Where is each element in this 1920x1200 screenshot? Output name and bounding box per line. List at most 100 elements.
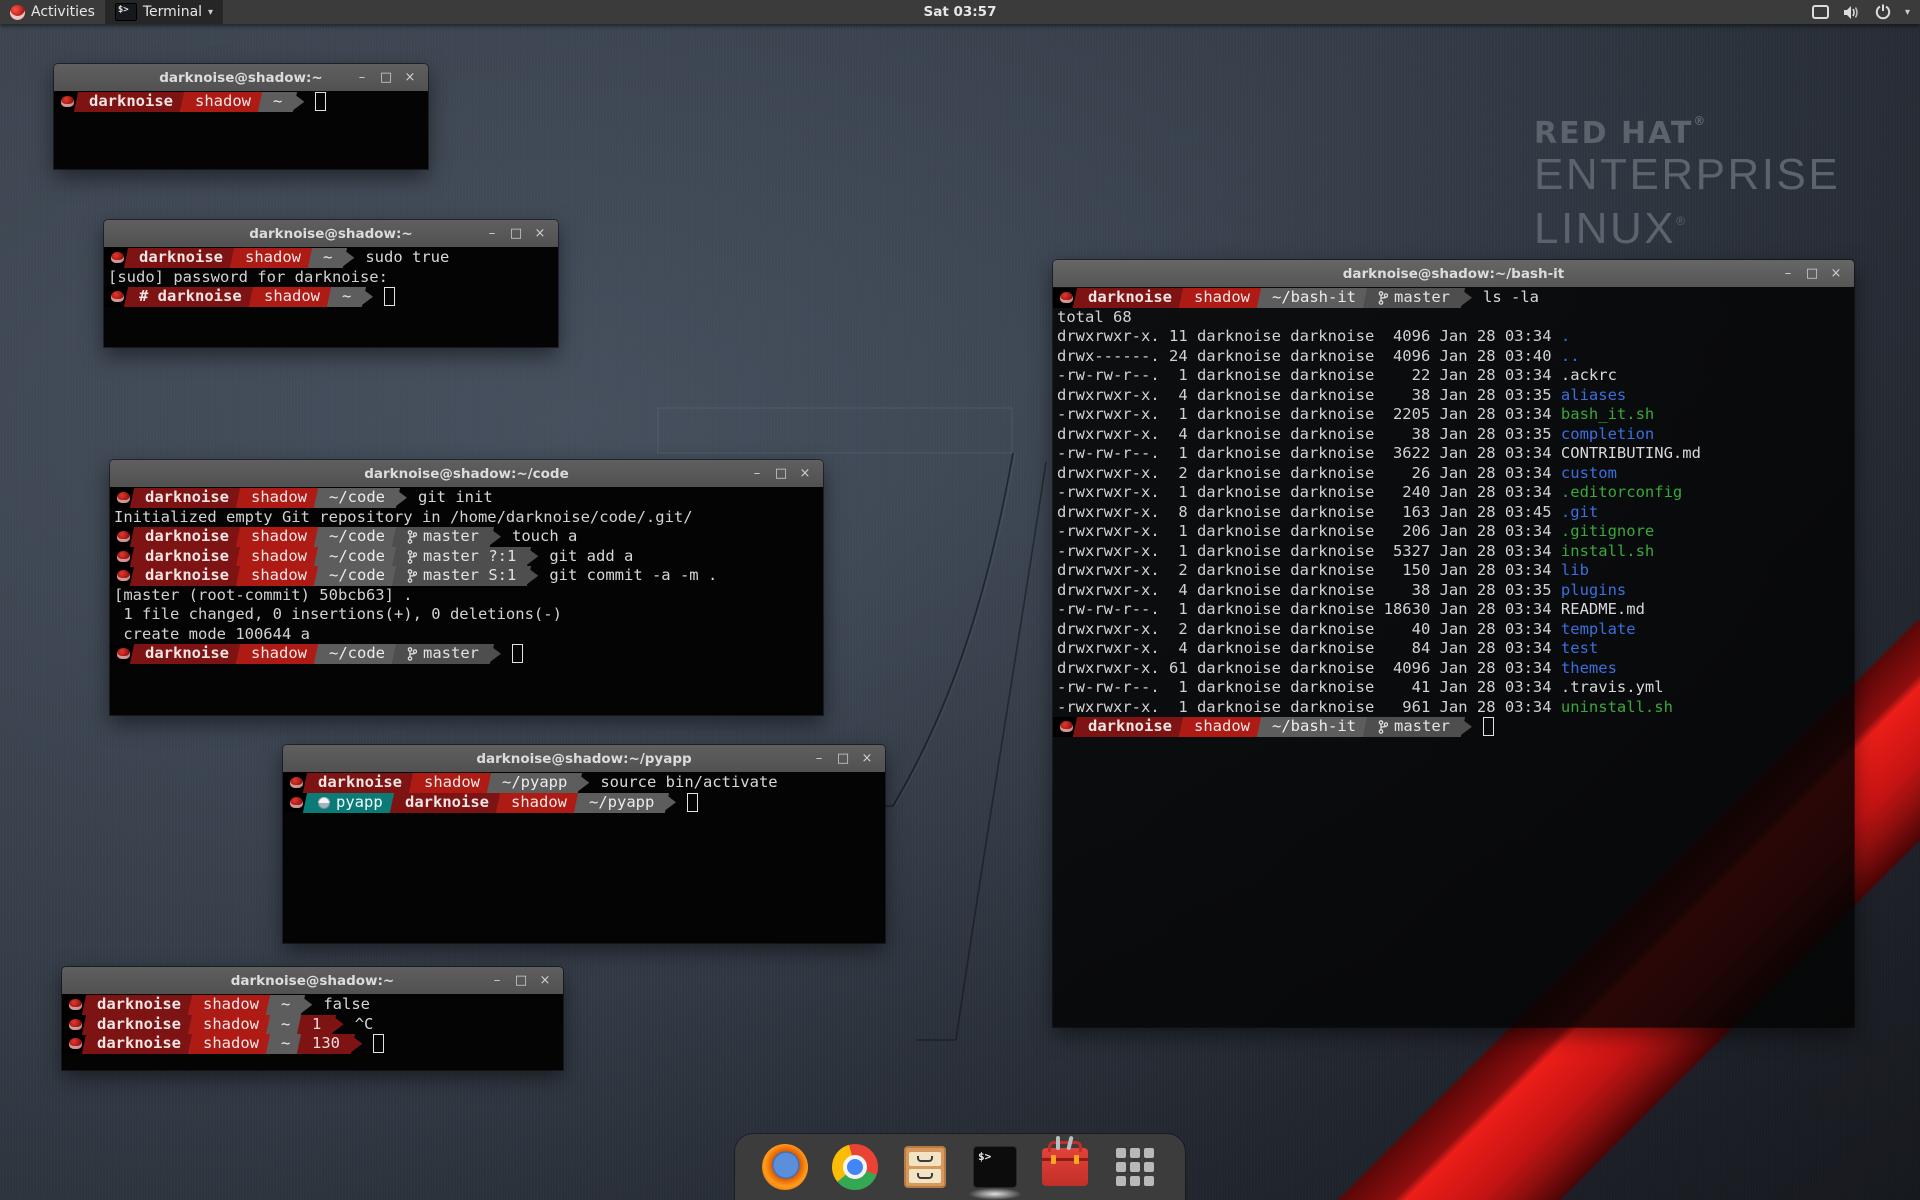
- close-button[interactable]: ×: [855, 745, 879, 772]
- terminal-body[interactable]: darknoiseshadow~/codegit initInitialized…: [110, 487, 823, 715]
- prompt-segment-path: ~/code: [314, 566, 400, 586]
- activities-button[interactable]: Activities: [0, 0, 105, 24]
- maximize-button[interactable]: □: [504, 220, 528, 247]
- command-text: sudo true: [365, 248, 449, 268]
- close-button[interactable]: ×: [398, 64, 422, 91]
- maximize-button[interactable]: □: [1800, 260, 1824, 287]
- terminal-cursor: [687, 793, 698, 812]
- redhat-icon: [290, 777, 303, 788]
- volume-icon[interactable]: [1843, 5, 1861, 20]
- prompt-segment-path: ~/code: [314, 644, 400, 664]
- ls-row: -rw-rw-r--. 1 darknoise darknoise 22 Jan…: [1053, 366, 1854, 386]
- ls-row-name: .git: [1561, 503, 1598, 521]
- screen-icon[interactable]: [1812, 5, 1829, 19]
- ls-row-name: .ackrc: [1561, 366, 1617, 384]
- command-text: git init: [418, 488, 493, 508]
- window-titlebar[interactable]: darknoise@shadow:~/code–□×: [110, 460, 823, 487]
- minimize-button[interactable]: –: [1776, 260, 1800, 287]
- close-button[interactable]: ×: [533, 967, 557, 994]
- ls-row-meta: -rwxrwxr-x. 1 darknoise darknoise 2205 J…: [1057, 405, 1561, 423]
- prompt-segment-path: ~/code: [314, 527, 400, 547]
- prompt-line: # darknoiseshadow~: [104, 287, 558, 307]
- minimize-button[interactable]: –: [480, 220, 504, 247]
- powerline-arrow-icon: [299, 995, 312, 1015]
- dock-item-chrome[interactable]: [831, 1143, 879, 1191]
- prompt-line: pyappdarknoiseshadow~/pyapp: [283, 793, 885, 813]
- redhat-icon: [117, 531, 130, 542]
- window-buttons: –□×: [350, 64, 422, 91]
- prompt-segment-user: darknoise: [130, 644, 244, 664]
- ls-row-name: .editorconfig: [1561, 483, 1682, 501]
- minimize-button[interactable]: –: [485, 967, 509, 994]
- redhat-icon: [1060, 292, 1073, 303]
- minimize-button[interactable]: –: [350, 64, 374, 91]
- window-titlebar[interactable]: darknoise@shadow:~–□×: [104, 220, 558, 247]
- close-button[interactable]: ×: [1824, 260, 1848, 287]
- prompt-line: darknoiseshadow~/codemastertouch a: [110, 527, 823, 547]
- prompt-segment-user: darknoise: [1073, 288, 1187, 308]
- prompt-segment-user: darknoise: [82, 995, 196, 1015]
- terminal-body[interactable]: darknoiseshadow~falsedarknoiseshadow~1^C…: [62, 994, 563, 1070]
- ls-row-name: bash_it.sh: [1561, 405, 1654, 423]
- window-title: darknoise@shadow:~/bash-it: [1343, 266, 1565, 282]
- terminal-window-t5: darknoise@shadow:~–□×darknoiseshadow~fal…: [62, 967, 563, 1070]
- prompt-line: darknoiseshadow~/codegit init: [110, 488, 823, 508]
- activities-label: Activities: [31, 4, 95, 20]
- maximize-button[interactable]: □: [831, 745, 855, 772]
- command-text: touch a: [512, 527, 577, 547]
- minimize-button[interactable]: –: [745, 460, 769, 487]
- system-menu-caret-icon[interactable]: ▾: [1905, 7, 1910, 18]
- ls-row-meta: drwxrwxr-x. 2 darknoise darknoise 40 Jan…: [1057, 620, 1561, 638]
- prompt-segment-host: shadow: [236, 566, 322, 586]
- terminal-body[interactable]: darknoiseshadow~: [54, 91, 428, 169]
- git-branch-icon: [1378, 720, 1388, 734]
- git-branch-icon: [407, 549, 417, 563]
- ls-row: -rwxrwxr-x. 1 darknoise darknoise 2205 J…: [1053, 405, 1854, 425]
- prompt-segment-git: master S:1: [392, 566, 531, 586]
- minimize-button[interactable]: –: [807, 745, 831, 772]
- dock-item-terminal[interactable]: $>: [971, 1143, 1019, 1191]
- files-icon: [904, 1146, 946, 1188]
- window-titlebar[interactable]: darknoise@shadow:~–□×: [54, 64, 428, 91]
- terminal-body[interactable]: darknoiseshadow~/bash-itmasterls -latota…: [1053, 287, 1854, 1027]
- close-button[interactable]: ×: [528, 220, 552, 247]
- ls-row: drwxrwxr-x. 2 darknoise darknoise 26 Jan…: [1053, 464, 1854, 484]
- terminal-window-t3: darknoise@shadow:~/code–□×darknoiseshado…: [110, 460, 823, 715]
- dock-item-files[interactable]: [901, 1143, 949, 1191]
- ls-row: drwxrwxr-x. 4 darknoise darknoise 84 Jan…: [1053, 639, 1854, 659]
- ls-row-meta: -rw-rw-r--. 1 darknoise darknoise 3622 J…: [1057, 444, 1561, 462]
- prompt-segment-host: shadow: [236, 547, 322, 567]
- prompt-segment-path: ~/pyapp: [487, 773, 582, 793]
- terminal-body[interactable]: darknoiseshadow~/pyappsource bin/activat…: [283, 772, 885, 943]
- window-buttons: –□×: [807, 745, 879, 772]
- dock-item-app-grid[interactable]: [1111, 1143, 1159, 1191]
- dock-item-toolbox[interactable]: [1041, 1143, 1089, 1191]
- clock[interactable]: Sat 03:57: [924, 0, 997, 24]
- close-button[interactable]: ×: [793, 460, 817, 487]
- prompt-segment-venv: pyapp: [303, 793, 398, 813]
- ls-row-name: .: [1561, 327, 1570, 345]
- ls-row-name: CONTRIBUTING.md: [1561, 444, 1701, 462]
- window-titlebar[interactable]: darknoise@shadow:~/bash-it –□×: [1053, 260, 1854, 287]
- power-icon[interactable]: [1875, 4, 1891, 20]
- ls-row-name: lib: [1561, 561, 1589, 579]
- prompt-segment-path: ~/bash-it: [1257, 288, 1371, 308]
- window-titlebar[interactable]: darknoise@shadow:~–□×: [62, 967, 563, 994]
- prompt-line: darknoiseshadow~130: [62, 1034, 563, 1054]
- ls-row-meta: drwxrwxr-x. 2 darknoise darknoise 150 Ja…: [1057, 561, 1561, 579]
- app-menu[interactable]: $> Terminal ▾: [105, 0, 223, 24]
- ls-row: drwxrwxr-x. 2 darknoise darknoise 150 Ja…: [1053, 561, 1854, 581]
- maximize-button[interactable]: □: [509, 967, 533, 994]
- dock-item-firefox[interactable]: [761, 1143, 809, 1191]
- terminal-window-t4: darknoise@shadow:~/pyapp–□×darknoiseshad…: [283, 745, 885, 943]
- ls-row-name: install.sh: [1561, 542, 1654, 560]
- window-titlebar[interactable]: darknoise@shadow:~/pyapp–□×: [283, 745, 885, 772]
- terminal-body[interactable]: darknoiseshadow~sudo true[sudo] password…: [104, 247, 558, 347]
- prompt-segment-host: shadow: [1179, 288, 1265, 308]
- maximize-button[interactable]: □: [374, 64, 398, 91]
- prompt-segment-git: master: [392, 527, 494, 547]
- maximize-button[interactable]: □: [769, 460, 793, 487]
- terminal-icon: $>: [973, 1146, 1017, 1188]
- ls-row-meta: -rwxrwxr-x. 1 darknoise darknoise 206 Ja…: [1057, 522, 1561, 540]
- prompt-segment-host: shadow: [236, 644, 322, 664]
